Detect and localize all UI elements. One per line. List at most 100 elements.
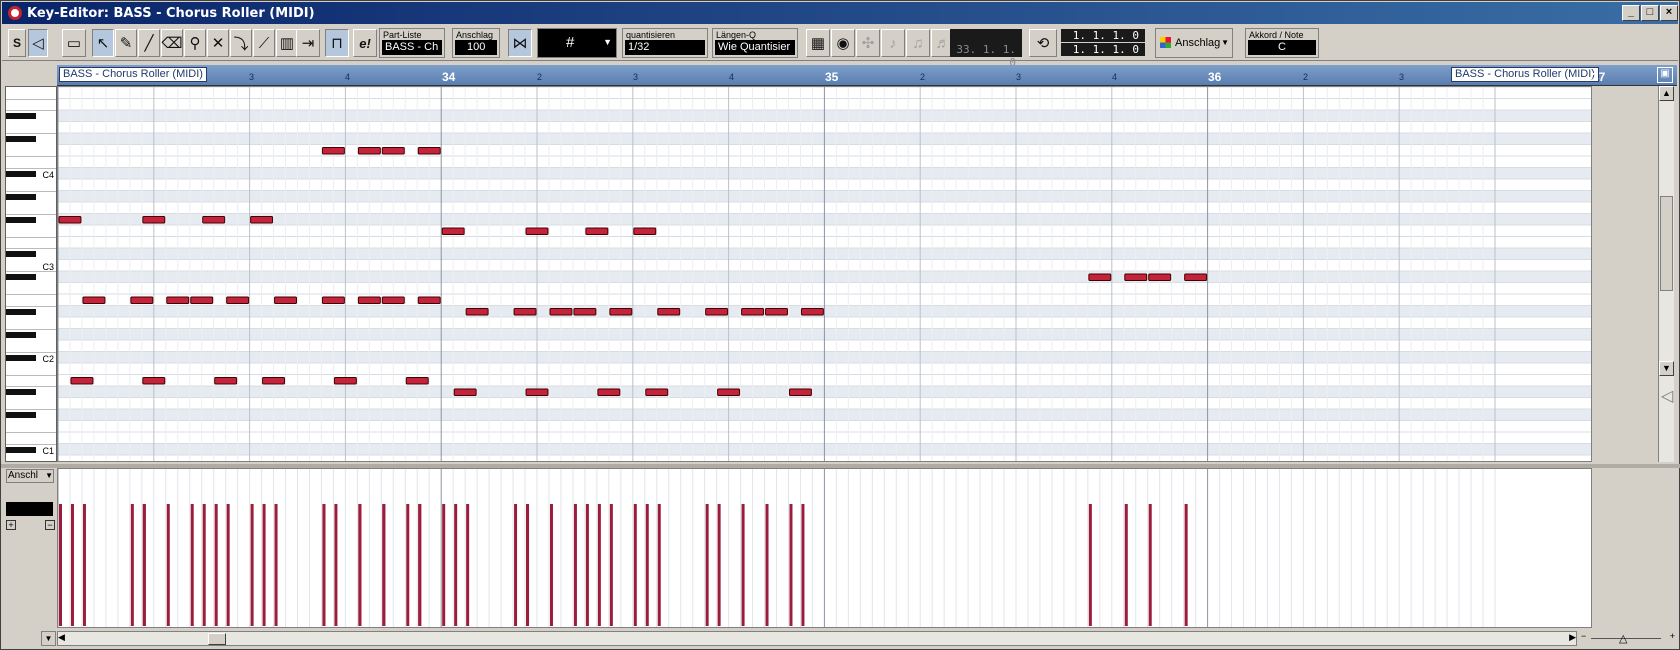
- midi-note[interactable]: [633, 227, 657, 235]
- minimize-button[interactable]: _: [1622, 5, 1640, 21]
- velocity-box[interactable]: Anschlag 100: [452, 28, 500, 58]
- zoom-out-icon[interactable]: −: [1581, 631, 1586, 641]
- midi-note[interactable]: [333, 377, 357, 385]
- midi-input-icon[interactable]: ◉: [831, 29, 855, 57]
- quantize-box[interactable]: quantisieren 1/32: [622, 28, 708, 58]
- close-button[interactable]: ×: [1660, 5, 1678, 21]
- scroll-right-icon[interactable]: ▶: [1569, 632, 1576, 643]
- midi-note[interactable]: [465, 308, 489, 316]
- velocity-bar[interactable]: [526, 504, 530, 626]
- white-key[interactable]: [6, 409, 56, 410]
- white-key[interactable]: [6, 328, 56, 330]
- velocity-bar[interactable]: [741, 504, 745, 626]
- velocity-bar[interactable]: [190, 504, 194, 626]
- midi-note[interactable]: [417, 296, 441, 304]
- speaker-icon[interactable]: ◁: [28, 29, 48, 57]
- black-key[interactable]: [6, 331, 36, 338]
- midi-note[interactable]: [226, 296, 250, 304]
- length-q-select[interactable]: Wie Quantisier: [715, 40, 795, 55]
- velocity-bar[interactable]: [274, 504, 278, 626]
- midi-note[interactable]: [1124, 273, 1148, 281]
- black-key[interactable]: [6, 170, 36, 177]
- velocity-bar[interactable]: [250, 504, 254, 626]
- midi-note[interactable]: [70, 377, 94, 385]
- velocity-bar[interactable]: [334, 504, 338, 626]
- horizontal-scroll-thumb[interactable]: [208, 633, 226, 645]
- white-key[interactable]: [6, 248, 56, 249]
- line-tool-icon[interactable]: ╱: [138, 29, 160, 57]
- white-key[interactable]: [6, 443, 56, 445]
- velocity-bar[interactable]: [82, 504, 86, 626]
- velocity-bar[interactable]: [382, 504, 386, 626]
- midi-note[interactable]: [202, 216, 226, 224]
- midi-note[interactable]: [657, 308, 681, 316]
- white-key[interactable]: [6, 98, 56, 100]
- note-grid[interactable]: [57, 86, 1592, 462]
- midi-note[interactable]: [573, 308, 597, 316]
- title-bar[interactable]: Key-Editor: BASS - Chorus Roller (MIDI) …: [2, 2, 1678, 24]
- white-key[interactable]: [6, 167, 56, 169]
- velocity-bar[interactable]: [214, 504, 218, 626]
- vertical-zoom-slider-icon[interactable]: ◁: [1661, 386, 1673, 406]
- loop-icon[interactable]: ⟲: [1029, 29, 1057, 57]
- black-key[interactable]: [6, 251, 36, 257]
- midi-note[interactable]: [82, 296, 106, 304]
- solo-icon[interactable]: S: [8, 29, 26, 57]
- midi-note[interactable]: [142, 377, 166, 385]
- velocity-bar[interactable]: [765, 504, 769, 626]
- velocity-bar[interactable]: [573, 504, 577, 626]
- velocity-bar[interactable]: [597, 504, 601, 626]
- midi-note[interactable]: [585, 227, 609, 235]
- controller-select[interactable]: Anschl ▼: [6, 469, 54, 483]
- black-key[interactable]: [6, 446, 36, 453]
- vertical-scrollbar[interactable]: ▲ ▼ ◁: [1658, 86, 1674, 462]
- info-line-icon[interactable]: ▭: [62, 29, 86, 57]
- eraser-tool-icon[interactable]: ⌫: [161, 29, 183, 57]
- midi-note[interactable]: [525, 227, 549, 235]
- midi-note[interactable]: [1088, 273, 1112, 281]
- black-key[interactable]: [6, 113, 36, 119]
- midi-note[interactable]: [765, 308, 788, 316]
- velocity-bar[interactable]: [442, 504, 446, 626]
- velocity-bar[interactable]: [645, 504, 649, 626]
- velocity-lane-canvas[interactable]: [58, 469, 1592, 628]
- chevron-down-icon[interactable]: ▼: [41, 631, 56, 646]
- mute-tool-icon[interactable]: ✕: [207, 29, 229, 57]
- split-tool-icon[interactable]: ▥: [276, 29, 298, 57]
- zoom-tool-icon[interactable]: ⚲: [184, 29, 206, 57]
- autoscroll-icon[interactable]: ⇥: [296, 29, 320, 57]
- velocity-bar[interactable]: [142, 504, 146, 626]
- velocity-bar[interactable]: [549, 504, 553, 626]
- horizontal-zoom[interactable]: − △ +: [1579, 631, 1677, 646]
- velocity-bar[interactable]: [166, 504, 170, 626]
- black-key[interactable]: [6, 136, 36, 142]
- midi-note[interactable]: [381, 147, 405, 155]
- velocity-lane[interactable]: [57, 468, 1592, 628]
- black-key[interactable]: [6, 354, 36, 361]
- midi-note[interactable]: [609, 308, 633, 316]
- white-key[interactable]: [6, 374, 56, 376]
- grid-type-select[interactable]: # ▼: [537, 28, 617, 58]
- midi-note[interactable]: [214, 377, 238, 385]
- velocity-bar[interactable]: [262, 504, 266, 626]
- snap-icon[interactable]: ⋈: [508, 29, 532, 57]
- velocity-bar[interactable]: [1124, 504, 1128, 626]
- midi-note[interactable]: [262, 377, 286, 385]
- maximize-button[interactable]: □: [1641, 5, 1659, 21]
- velocity-bar[interactable]: [633, 504, 637, 626]
- midi-note[interactable]: [1184, 273, 1208, 281]
- zoom-slider-icon[interactable]: △: [1619, 632, 1627, 645]
- velocity-bar[interactable]: [717, 504, 721, 626]
- color-mode-select[interactable]: Anschlag: [1175, 37, 1220, 49]
- velocity-bar[interactable]: [1148, 504, 1152, 626]
- midi-note[interactable]: [357, 296, 381, 304]
- velocity-value[interactable]: 100: [455, 40, 497, 55]
- white-key[interactable]: [6, 305, 56, 307]
- midi-note[interactable]: [357, 147, 381, 155]
- midi-note[interactable]: [190, 296, 214, 304]
- velocity-bar[interactable]: [406, 504, 410, 626]
- midi-note[interactable]: [453, 388, 477, 396]
- white-key[interactable]: [6, 110, 56, 111]
- velocity-bar[interactable]: [59, 504, 62, 626]
- velocity-bar[interactable]: [657, 504, 661, 626]
